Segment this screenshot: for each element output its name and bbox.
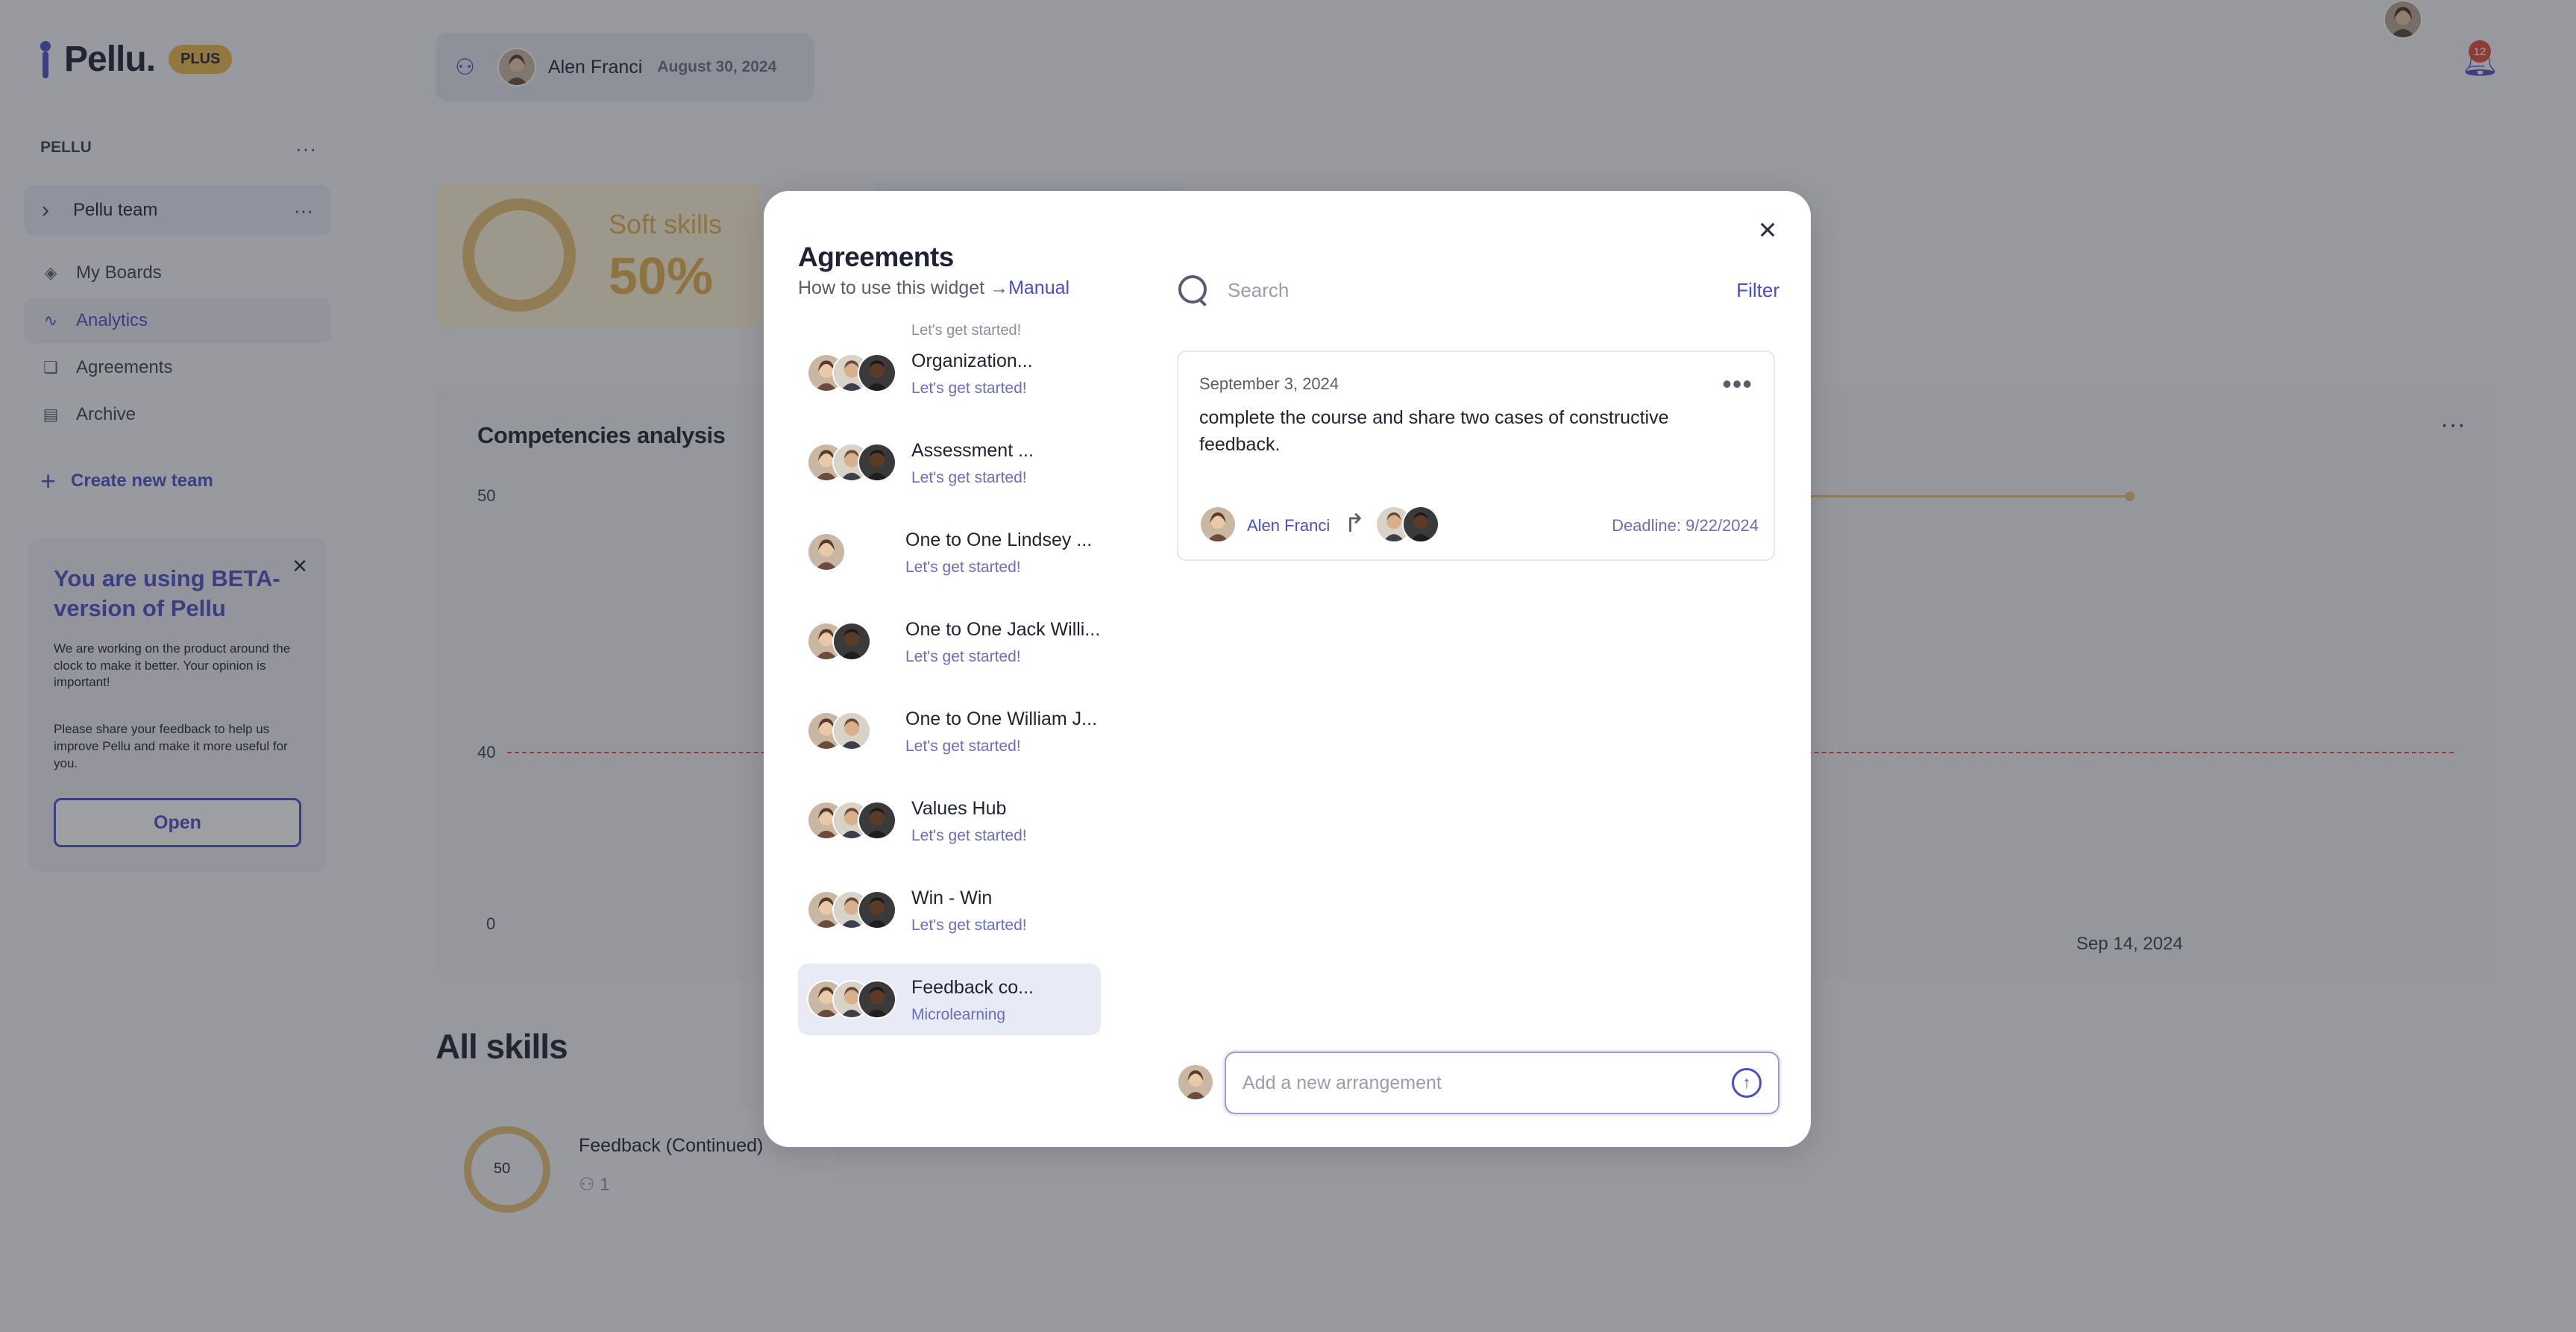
assignees[interactable] bbox=[1375, 506, 1457, 544]
agreement-item[interactable]: Organization... Let's get started! bbox=[798, 337, 1101, 409]
agreement-text: Win - Win Let's get started! bbox=[911, 888, 1027, 934]
avatar bbox=[858, 801, 896, 840]
avatar bbox=[1177, 1064, 1214, 1101]
search-bar: Filter bbox=[1177, 266, 1779, 315]
agreement-name: Win - Win bbox=[911, 888, 993, 908]
arrangement-input[interactable] bbox=[1243, 1072, 1732, 1094]
avatar bbox=[858, 980, 896, 1019]
arrangement-field[interactable]: ↑ bbox=[1225, 1052, 1779, 1114]
agreements-list[interactable]: Let's get started! Organization... Let's … bbox=[798, 324, 1104, 1114]
modal-title: Agreements bbox=[798, 242, 954, 272]
card-text: complete the course and share two cases … bbox=[1199, 407, 1669, 456]
agreement-item[interactable]: Win - Win Let's get started! bbox=[798, 874, 1101, 946]
deadline: Deadline: 9/22/2024 bbox=[1612, 516, 1759, 535]
agreement-status: Let's get started! bbox=[911, 380, 1027, 397]
avatar bbox=[1402, 506, 1439, 543]
manual-link[interactable]: Manual bbox=[1008, 277, 1069, 298]
agreement-text: Feedback co... Microlearning bbox=[911, 977, 1034, 1024]
avatar-group bbox=[807, 354, 896, 392]
agreement-name: Organization... bbox=[911, 351, 1033, 371]
agreement-text: One to One Lindsey ... Let's get started! bbox=[905, 530, 1092, 577]
composer: ↑ bbox=[1177, 1052, 1779, 1114]
help-label: How to use this widget bbox=[798, 277, 985, 298]
avatar bbox=[807, 533, 846, 571]
send-icon[interactable]: ↑ bbox=[1732, 1068, 1762, 1098]
owner-avatar bbox=[1199, 506, 1237, 543]
agreements-modal: × Agreements How to use this widget →Man… bbox=[764, 191, 1811, 1147]
avatar bbox=[858, 443, 896, 482]
avatar-group bbox=[807, 890, 896, 929]
search-input[interactable] bbox=[1228, 278, 1737, 302]
agreement-item[interactable]: One to One Jack Willi... Let's get starte… bbox=[798, 606, 1101, 677]
help-text: How to use this widget →Manual bbox=[798, 277, 1069, 299]
agreement-text: One to One William J... Let's get started… bbox=[905, 709, 1097, 755]
agreement-name: Assessment ... bbox=[911, 440, 1034, 461]
avatar bbox=[858, 890, 896, 929]
agreement-item[interactable]: Assessment ... Let's get started! bbox=[798, 427, 1101, 498]
agreement-name: Feedback co... bbox=[911, 977, 1034, 998]
agreement-card[interactable]: September 3, 2024 ••• complete the cours… bbox=[1177, 351, 1775, 561]
agreement-item[interactable]: One to One Lindsey ... Let's get started! bbox=[798, 516, 1101, 588]
agreement-name: One to One Jack Willi... bbox=[905, 619, 1101, 640]
avatar bbox=[858, 354, 896, 392]
agreement-name: One to One Lindsey ... bbox=[905, 530, 1093, 550]
agreement-status: Let's get started! bbox=[905, 559, 1021, 576]
agreement-item[interactable]: Feedback co... Microlearning bbox=[798, 964, 1101, 1035]
agreement-name: Values Hub bbox=[911, 798, 1007, 819]
avatar-group bbox=[807, 533, 846, 571]
agreement-text: One to One Jack Willi... Let's get starte… bbox=[905, 619, 1100, 666]
agreement-status: Let's get started! bbox=[905, 648, 1021, 665]
card-footer: Alen Franci ↱ Deadline: 9/22/2024 bbox=[1199, 506, 1759, 544]
agreement-item[interactable]: Values Hub Let's get started! bbox=[798, 785, 1101, 856]
avatar-group bbox=[807, 980, 896, 1019]
agreement-item[interactable]: One to One William J... Let's get started… bbox=[798, 695, 1101, 767]
avatar-group bbox=[807, 801, 896, 840]
arrow-right-icon: → bbox=[990, 277, 1009, 298]
agreement-text: Organization... Let's get started! bbox=[911, 351, 1033, 398]
avatar-group bbox=[807, 443, 896, 482]
filter-button[interactable]: Filter bbox=[1736, 279, 1779, 302]
card-date: September 3, 2024 bbox=[1199, 374, 1339, 393]
avatar bbox=[832, 711, 871, 750]
agreement-status: Let's get started! bbox=[911, 917, 1027, 934]
avatar bbox=[832, 622, 871, 661]
agreement-text: Assessment ... Let's get started! bbox=[911, 440, 1034, 487]
agreement-status: Let's get started! bbox=[905, 738, 1021, 755]
agreement-status: Let's get started! bbox=[911, 827, 1027, 844]
share-arrow-icon: ↱ bbox=[1344, 509, 1366, 538]
agreement-status: Microlearning bbox=[911, 1006, 1006, 1023]
agreement-status: Let's get started! bbox=[911, 469, 1027, 486]
close-icon[interactable]: × bbox=[1751, 213, 1784, 246]
agreement-text: Values Hub Let's get started! bbox=[911, 798, 1027, 845]
search-icon[interactable] bbox=[1177, 274, 1210, 307]
more-icon[interactable]: ••• bbox=[1722, 368, 1753, 400]
owner-name[interactable]: Alen Franci bbox=[1247, 516, 1330, 535]
avatar-group bbox=[807, 622, 871, 661]
avatar-group bbox=[807, 711, 871, 750]
agreement-name: One to One William J... bbox=[905, 709, 1098, 729]
